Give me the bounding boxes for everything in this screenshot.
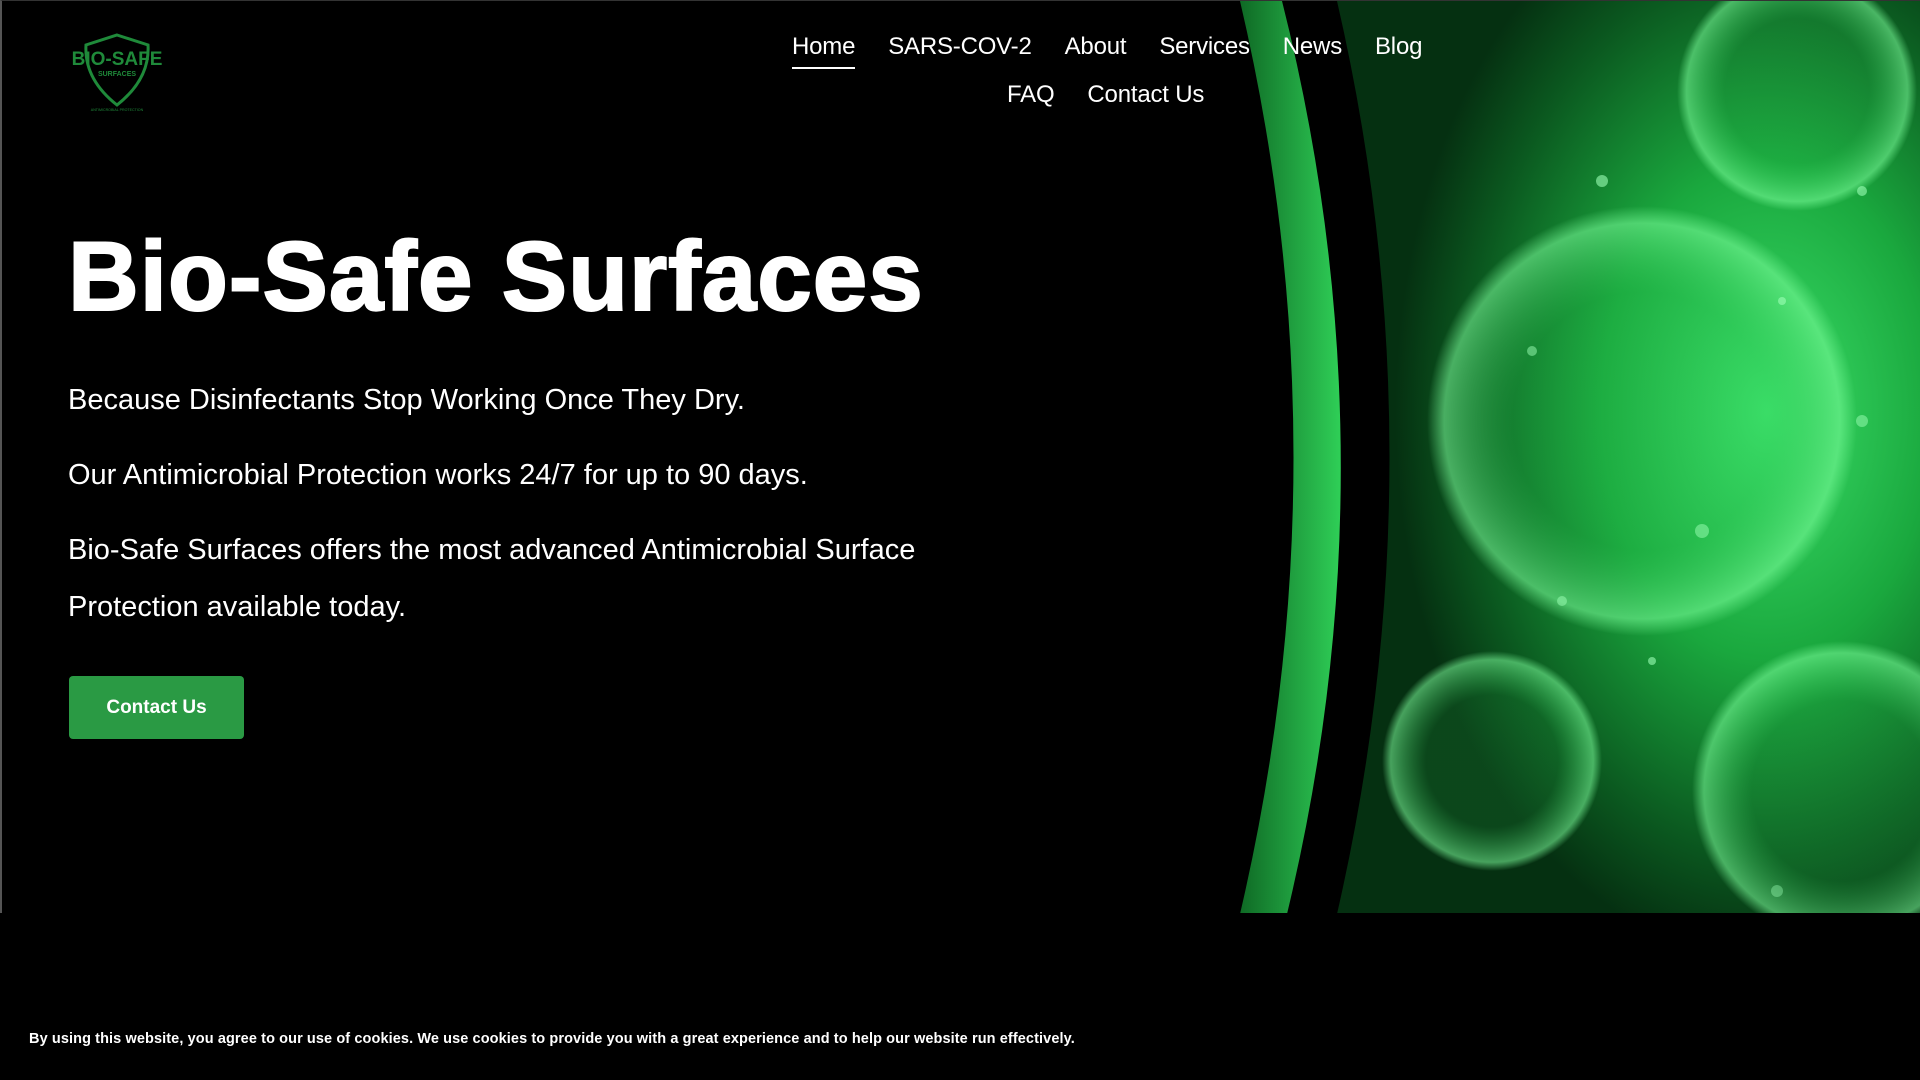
contact-us-button[interactable]: Contact Us [69, 676, 244, 739]
cookie-notice: By using this website, you agree to our … [29, 1031, 1075, 1047]
nav-link-about[interactable]: About [1065, 33, 1127, 69]
hero-tagline: Because Disinfectants Stop Working Once … [68, 384, 745, 416]
hero-description: Bio-Safe Surfaces offers the most advanc… [68, 534, 916, 623]
nav-row-primary: Home SARS-COV-2 About Services News Blog [792, 33, 1422, 69]
logo-tagline: ANTIMICROBIAL PROTECTION [91, 108, 144, 112]
nav-link-contact-us[interactable]: Contact Us [1087, 81, 1204, 117]
green-arc-band [1240, 1, 1341, 913]
nav-link-sars-cov-2[interactable]: SARS-COV-2 [888, 33, 1032, 69]
nav-link-services[interactable]: Services [1159, 33, 1250, 69]
hero-section: BIO-SAFE SURFACES ANTIMICROBIAL PROTECTI… [0, 0, 1920, 913]
bio-safe-logo[interactable]: BIO-SAFE SURFACES ANTIMICROBIAL PROTECTI… [66, 31, 168, 113]
logo-wordmark: BIO-SAFE [72, 49, 163, 70]
nav-link-blog[interactable]: Blog [1375, 33, 1422, 69]
nav-link-faq[interactable]: FAQ [1007, 81, 1055, 117]
hero-title: Bio-Safe Surfaces [67, 221, 924, 331]
nav-link-home[interactable]: Home [792, 33, 856, 69]
nav-row-secondary: FAQ Contact Us [1007, 81, 1204, 117]
logo-subtext: SURFACES [98, 71, 136, 78]
hero-protection-text: Our Antimicrobial Protection works 24/7 … [68, 459, 808, 491]
nav-link-news[interactable]: News [1283, 33, 1342, 69]
